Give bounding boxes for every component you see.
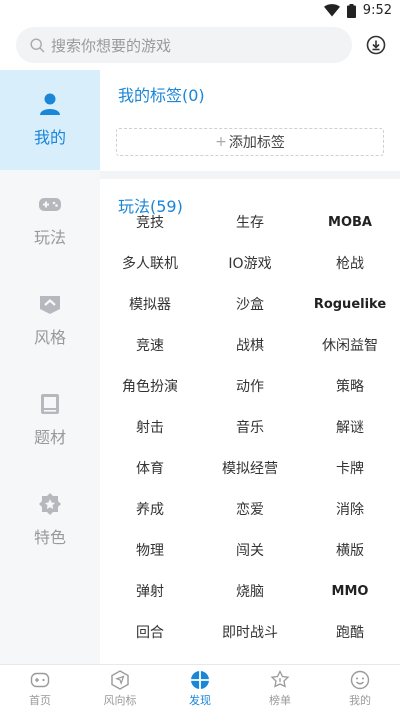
search-input[interactable]: 搜索你想要的游戏 xyxy=(16,27,352,63)
gameplay-tag[interactable]: 休闲益智 xyxy=(300,325,400,365)
bottom-tab-bar: 首页 风向标 发现 榜单 我的 xyxy=(0,664,400,711)
add-tag-button[interactable]: + 添加标签 xyxy=(116,128,384,156)
gameplay-tag[interactable]: 多人联机 xyxy=(100,243,200,283)
my-tags-title: 我的标签(0) xyxy=(118,86,205,105)
gameplay-tag[interactable]: 枪战 xyxy=(300,243,400,283)
tab-profile[interactable]: 我的 xyxy=(320,665,400,711)
gameplay-tag[interactable]: 射击 xyxy=(100,407,200,447)
gameplay-tag[interactable]: 横版 xyxy=(300,530,400,570)
gameplay-tag[interactable]: 弹射 xyxy=(100,571,200,611)
gameplay-tag[interactable]: 音乐 xyxy=(200,407,300,447)
category-content: 我的标签(0) + 添加标签 玩法(59) 竞技 生存 MOBA 多人联机 IO游戏 枪战… xyxy=(100,70,400,664)
gameplay-tag[interactable]: 沙盒 xyxy=(200,284,300,324)
download-icon[interactable] xyxy=(366,35,386,55)
tab-home[interactable]: 首页 xyxy=(0,665,80,711)
badge-icon xyxy=(39,493,61,515)
gameplay-tag[interactable]: 养成 xyxy=(100,489,200,529)
sidebar-item-label: 风格 xyxy=(33,328,66,347)
gameplay-tag[interactable]: MOBA xyxy=(300,202,400,242)
gameplay-tag[interactable]: 恋爱 xyxy=(200,489,300,529)
gameplay-tag[interactable]: 竞技 xyxy=(100,202,200,242)
gameplay-tag[interactable]: 模拟经营 xyxy=(200,448,300,488)
sidebar-item-feature[interactable]: 特色 xyxy=(0,470,100,570)
sidebar-item-label: 玩法 xyxy=(33,228,66,247)
gameplay-tag[interactable]: MMO xyxy=(300,571,400,611)
gameplay-tag[interactable]: Roguelike xyxy=(300,284,400,324)
gameplay-tag[interactable]: 模拟器 xyxy=(100,284,200,324)
tab-discover[interactable]: 发现 xyxy=(160,665,240,711)
user-icon xyxy=(40,93,60,115)
book-icon xyxy=(41,394,59,414)
home-icon xyxy=(30,672,50,687)
sidebar-item-theme[interactable]: 题材 xyxy=(0,370,100,470)
wifi-icon xyxy=(323,4,340,17)
category-sidebar: 我的 玩法 风格 题材 特色 xyxy=(0,70,100,664)
gameplay-tag[interactable]: 烧脑 xyxy=(200,571,300,611)
sidebar-item-mine[interactable]: 我的 xyxy=(0,70,100,170)
discover-icon xyxy=(191,670,209,689)
gameplay-tag[interactable]: 物理 xyxy=(100,530,200,570)
gameplay-tag[interactable]: 动作 xyxy=(200,366,300,406)
gamepad-icon xyxy=(39,198,61,211)
search-row: 搜索你想要的游戏 xyxy=(0,27,400,63)
add-tag-label: 添加标签 xyxy=(228,135,285,151)
gameplay-tag[interactable]: 解谜 xyxy=(300,407,400,447)
profile-icon xyxy=(350,670,370,689)
gameplay-tag[interactable]: 生存 xyxy=(200,202,300,242)
gameplay-tag[interactable]: 角色扮演 xyxy=(100,366,200,406)
status-time: 9:52 xyxy=(362,3,392,18)
tab-label: 我的 xyxy=(349,693,371,707)
sidebar-item-style[interactable]: 风格 xyxy=(0,270,100,370)
status-bar: 9:52 xyxy=(0,0,400,22)
gameplay-tag[interactable]: 卡牌 xyxy=(300,448,400,488)
tab-label: 发现 xyxy=(189,693,211,707)
gameplay-tag[interactable]: 消除 xyxy=(300,489,400,529)
search-icon xyxy=(30,37,45,52)
status-icons: 9:52 xyxy=(323,3,392,18)
compass-icon xyxy=(111,669,129,690)
tab-trends[interactable]: 风向标 xyxy=(80,665,160,711)
gameplay-tag[interactable]: 策略 xyxy=(300,366,400,406)
ranking-icon xyxy=(270,669,290,688)
sidebar-item-label: 题材 xyxy=(33,428,66,447)
gameplay-tag[interactable]: 战棋 xyxy=(200,325,300,365)
section-divider xyxy=(100,171,400,179)
tab-ranking[interactable]: 榜单 xyxy=(240,665,320,711)
sidebar-item-gameplay[interactable]: 玩法 xyxy=(0,170,100,270)
tab-label: 风向标 xyxy=(103,693,137,707)
style-icon xyxy=(40,296,60,314)
tab-label: 榜单 xyxy=(269,693,291,707)
sidebar-item-label: 特色 xyxy=(33,528,66,547)
gameplay-tag[interactable]: 即时战斗 xyxy=(200,612,300,652)
battery-icon xyxy=(346,3,356,18)
add-tag-plus: + xyxy=(215,134,227,150)
gameplay-tag[interactable]: 闯关 xyxy=(200,530,300,570)
gameplay-tag[interactable]: 回合 xyxy=(100,612,200,652)
search-placeholder: 搜索你想要的游戏 xyxy=(51,36,172,55)
sidebar-item-label: 我的 xyxy=(33,128,66,147)
gameplay-tag[interactable]: 体育 xyxy=(100,448,200,488)
gameplay-tag[interactable]: IO游戏 xyxy=(200,243,300,283)
gameplay-tag[interactable]: 跑酷 xyxy=(300,612,400,652)
tab-label: 首页 xyxy=(29,693,51,707)
gameplay-tag[interactable]: 竞速 xyxy=(100,325,200,365)
